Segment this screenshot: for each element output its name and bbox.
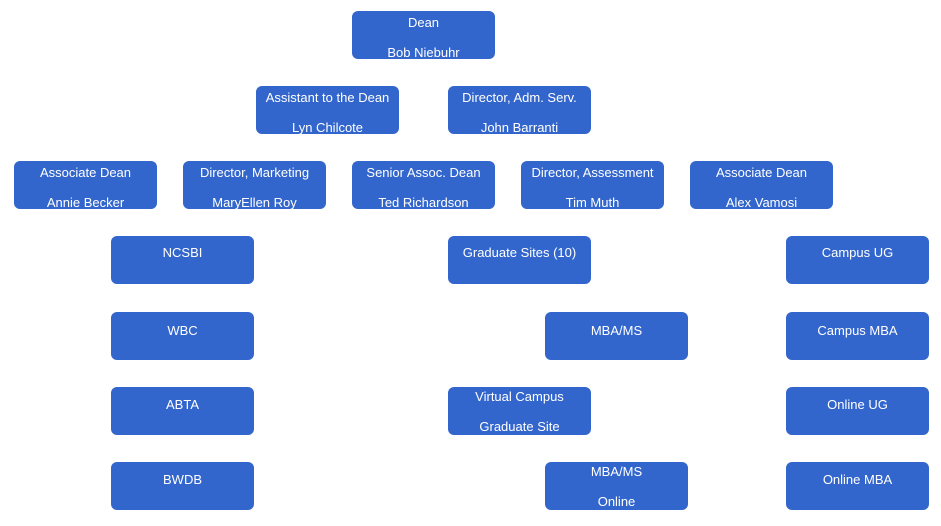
node-abta: ABTA [111, 387, 254, 435]
node-title: MBA/MS [590, 464, 643, 479]
node-title: Director, Adm. Serv. [462, 90, 577, 105]
node-title: Online MBA [822, 472, 893, 487]
node-title: Campus UG [821, 245, 894, 260]
node-title: Graduate Sites (10) [462, 245, 577, 260]
node-associate-dean-vamosi: Associate Dean Alex Vamosi [690, 161, 833, 209]
node-associate-dean-becker: Associate Dean Annie Becker [14, 161, 157, 209]
node-graduate-sites: Graduate Sites (10) [448, 236, 591, 284]
node-title: Assistant to the Dean [265, 90, 390, 105]
node-campus-mba: Campus MBA [786, 312, 929, 360]
node-title: Senior Assoc. Dean [366, 165, 481, 180]
node-person: John Barranti [480, 120, 559, 134]
node-mba-ms-online: MBA/MS Online [545, 462, 688, 510]
node-director-marketing: Director, Marketing MaryEllen Roy [183, 161, 326, 209]
node-campus-ug: Campus UG [786, 236, 929, 284]
node-person: Tim Muth [565, 195, 620, 209]
node-subtitle: Graduate Site [479, 419, 560, 433]
node-person: Bob Niebuhr [387, 45, 460, 59]
node-title: Director, Assessment [531, 165, 654, 180]
node-online-ug: Online UG [786, 387, 929, 435]
node-title: Associate Dean [39, 165, 132, 180]
node-title: WBC [167, 323, 198, 338]
node-person: Lyn Chilcote [291, 120, 364, 134]
node-bwdb: BWDB [111, 462, 254, 510]
node-title: Online UG [827, 397, 888, 412]
node-person: Annie Becker [46, 195, 125, 209]
node-title: BWDB [163, 472, 202, 487]
node-assistant-to-dean: Assistant to the Dean Lyn Chilcote [256, 86, 399, 134]
node-subtitle: Online [597, 494, 636, 508]
node-person: MaryEllen Roy [212, 195, 297, 209]
node-online-mba: Online MBA [786, 462, 929, 510]
node-wbc: WBC [111, 312, 254, 360]
node-person: Alex Vamosi [725, 195, 798, 209]
node-title: MBA/MS [590, 323, 643, 338]
node-person: Ted Richardson [378, 195, 469, 209]
node-title: Dean [407, 15, 440, 30]
node-mba-ms: MBA/MS [545, 312, 688, 360]
node-title: NCSBI [162, 245, 203, 260]
node-senior-assoc-dean: Senior Assoc. Dean Ted Richardson [352, 161, 495, 209]
node-title: Director, Marketing [199, 165, 310, 180]
node-virtual-campus: Virtual Campus Graduate Site [448, 387, 591, 435]
node-ncsbi: NCSBI [111, 236, 254, 284]
node-title: Campus MBA [817, 323, 898, 338]
node-dean: Dean Bob Niebuhr [352, 11, 495, 59]
node-title: ABTA [166, 397, 199, 412]
node-director-adm-serv: Director, Adm. Serv. John Barranti [448, 86, 591, 134]
node-director-assessment: Director, Assessment Tim Muth [521, 161, 664, 209]
node-title: Virtual Campus [475, 389, 564, 404]
node-title: Associate Dean [715, 165, 808, 180]
